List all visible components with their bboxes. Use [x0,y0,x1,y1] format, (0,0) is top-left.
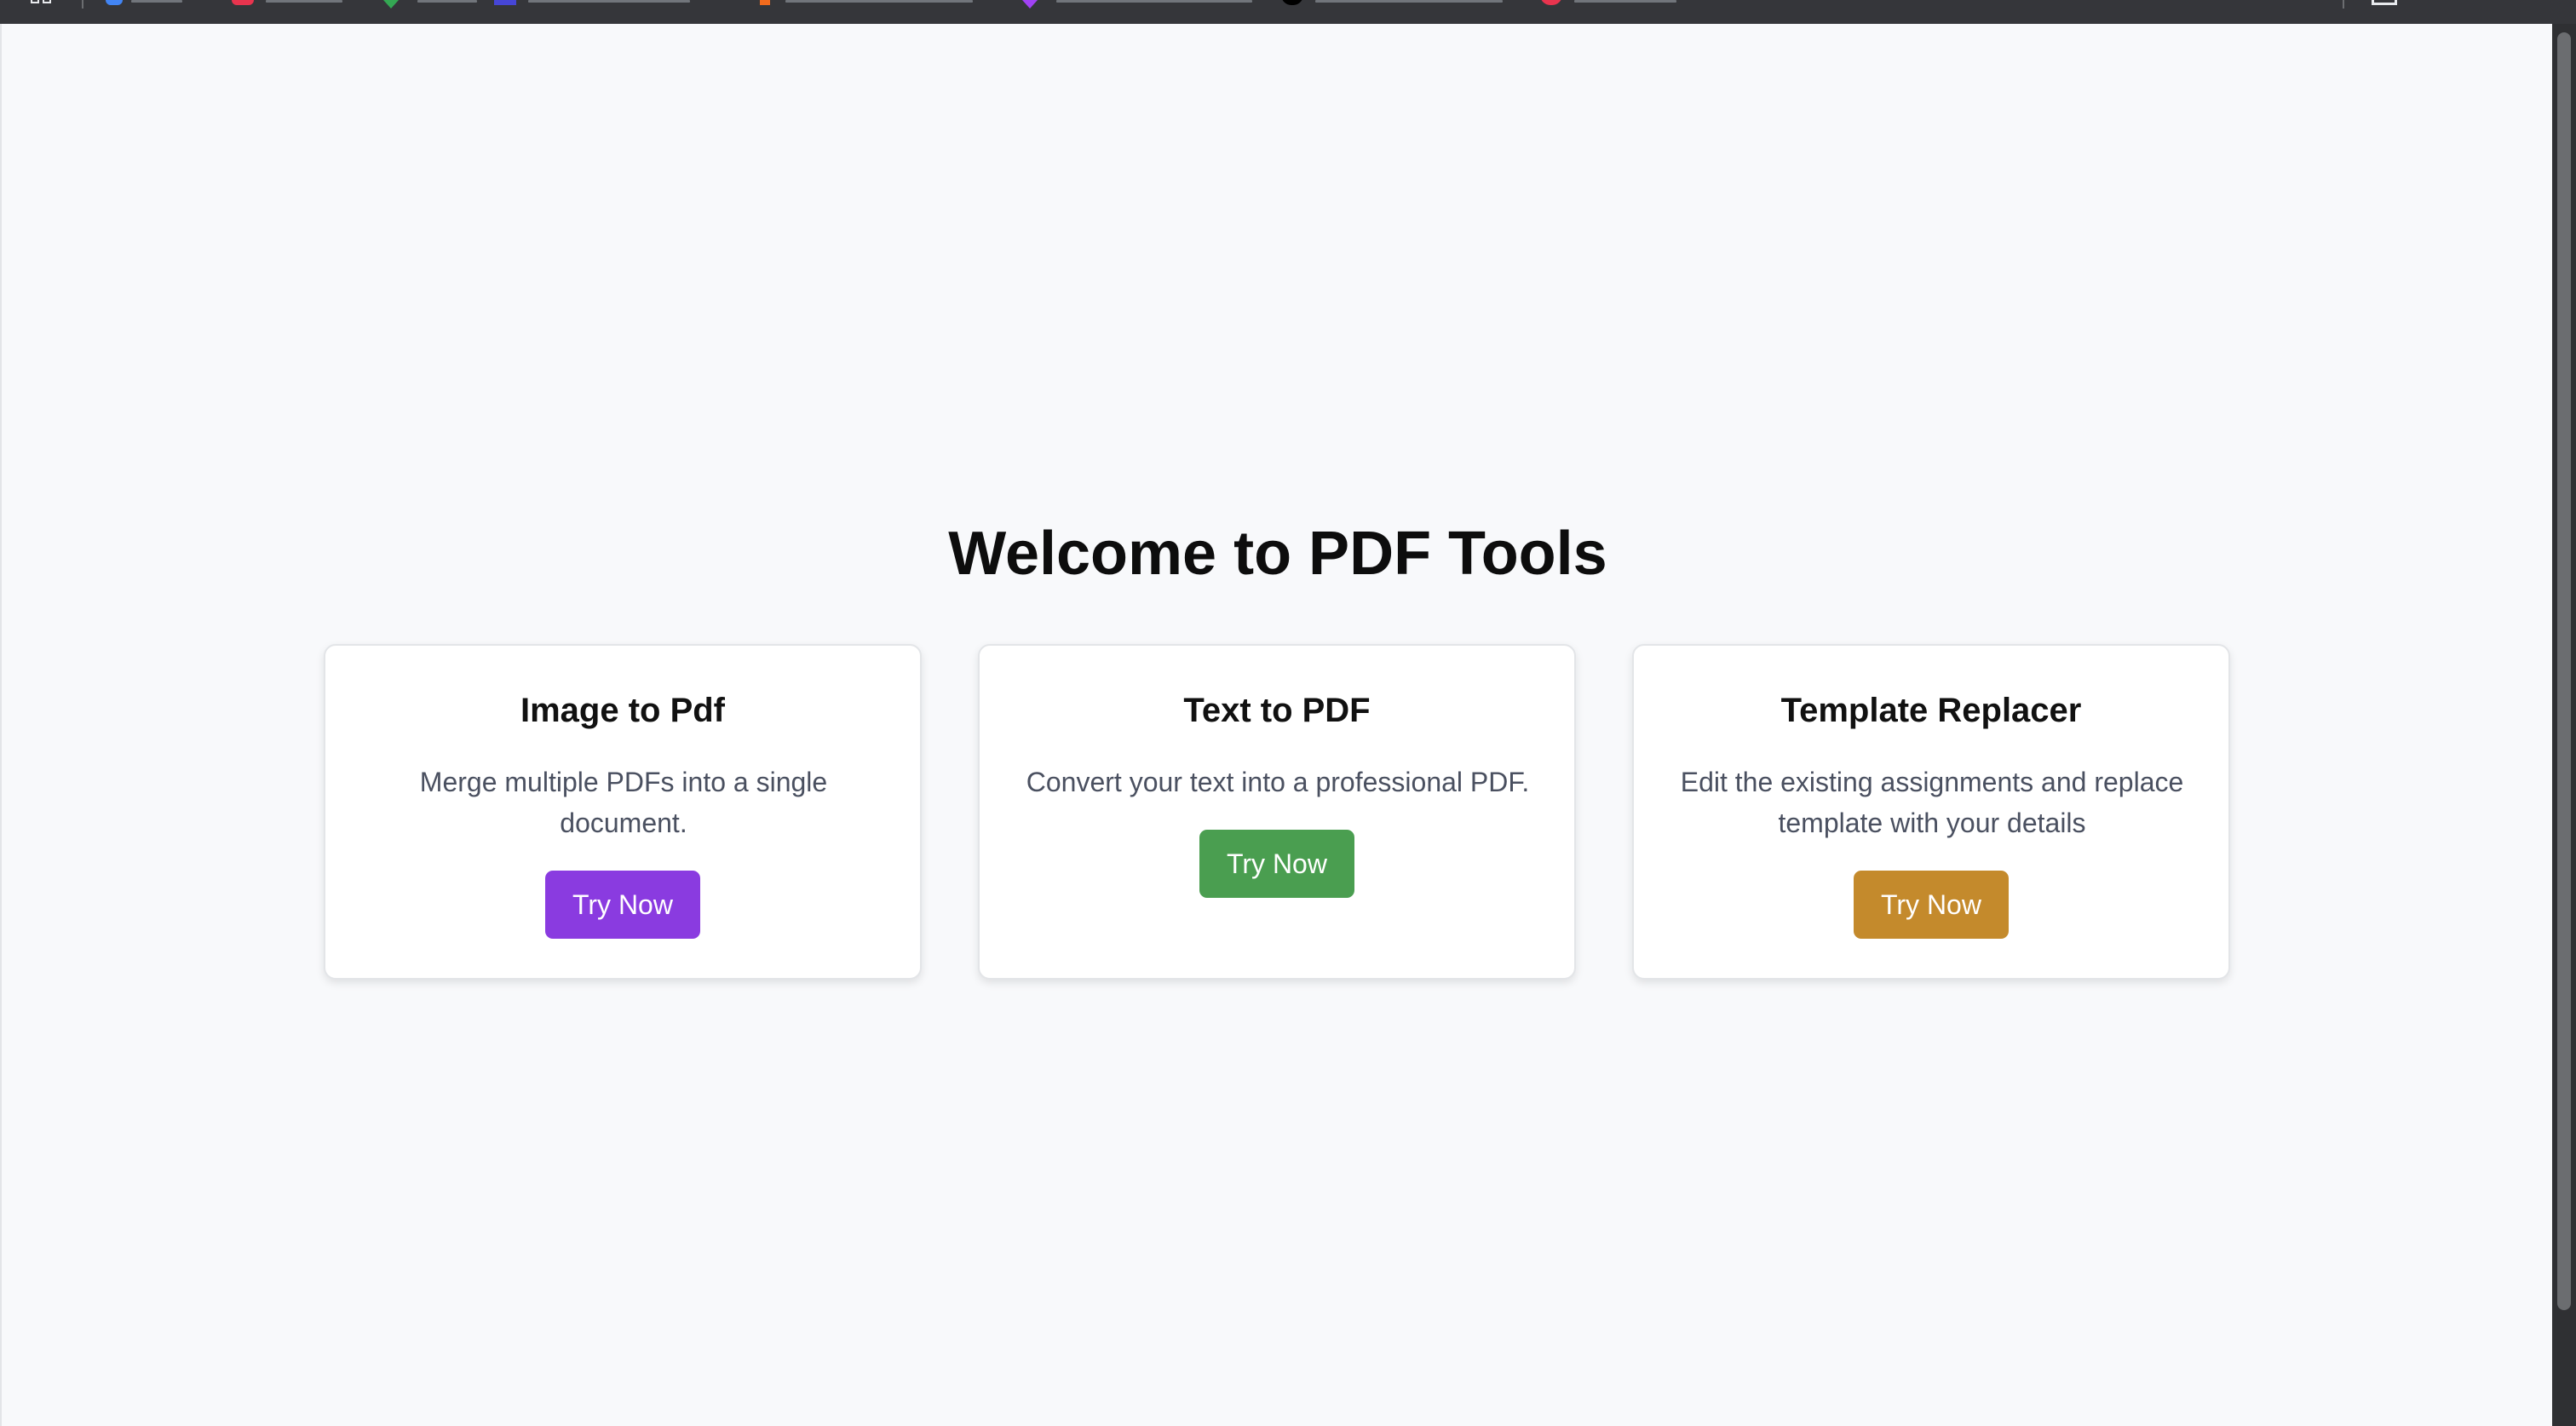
window-icon[interactable] [2372,0,2397,5]
try-now-button[interactable]: Try Now [545,871,700,939]
bookmark-favicon-icon [1022,0,1038,9]
tool-card-text-to-pdf: Text to PDF Convert your text into a pro… [978,644,1576,980]
tool-card-template-replacer: Template Replacer Edit the existing assi… [1632,644,2230,980]
bookmark-favicon-icon [106,0,123,5]
bookmark-label [1574,0,1676,3]
try-now-button[interactable]: Try Now [1199,830,1354,898]
page-content: Welcome to PDF Tools Image to Pdf Merge … [0,24,2552,1426]
try-now-button[interactable]: Try Now [1854,871,2009,939]
page-title: Welcome to PDF Tools [948,520,1607,588]
bookmarks-divider [82,0,83,9]
bookmark-label [417,0,477,3]
bookmark-favicon-icon [1281,0,1303,5]
card-description: Convert your text into a professional PD… [1026,767,1530,797]
scrollbar-thumb[interactable] [2557,32,2571,1310]
apps-grid-icon[interactable] [31,0,56,5]
bookmark-label [785,0,973,3]
bookmark-label [1056,0,1252,3]
bookmark-favicon-icon [494,0,516,5]
card-description: Edit the existing assignments and replac… [1680,767,2184,838]
bookmark-item[interactable] [1022,0,1278,9]
bookmark-label [1315,0,1503,3]
bookmark-item[interactable] [760,0,998,7]
bookmark-favicon-icon [232,0,254,5]
bookmark-label [131,0,182,3]
vertical-scrollbar[interactable] [2552,24,2576,1426]
bookmark-item[interactable] [106,0,233,7]
bookmarks-divider [2343,0,2344,9]
bookmark-favicon-icon [1540,0,1562,5]
bookmark-item[interactable] [232,0,359,7]
card-title: Text to PDF [1183,692,1371,729]
bookmark-item[interactable] [1281,0,1520,7]
tool-card-image-to-pdf: Image to Pdf Merge multiple PDFs into a … [324,644,922,980]
card-description: Merge multiple PDFs into a single docume… [419,767,828,838]
bookmark-favicon-icon [383,0,399,9]
card-title: Image to Pdf [520,692,726,729]
bookmark-item[interactable] [1540,0,1711,7]
card-title: Template Replacer [1780,692,2082,729]
bookmark-label [528,0,690,3]
bookmarks-bar [0,0,2576,24]
bookmark-item[interactable] [494,0,716,7]
bookmark-item[interactable] [383,0,494,9]
bookmark-label [266,0,342,3]
bookmark-favicon-icon [760,0,770,5]
